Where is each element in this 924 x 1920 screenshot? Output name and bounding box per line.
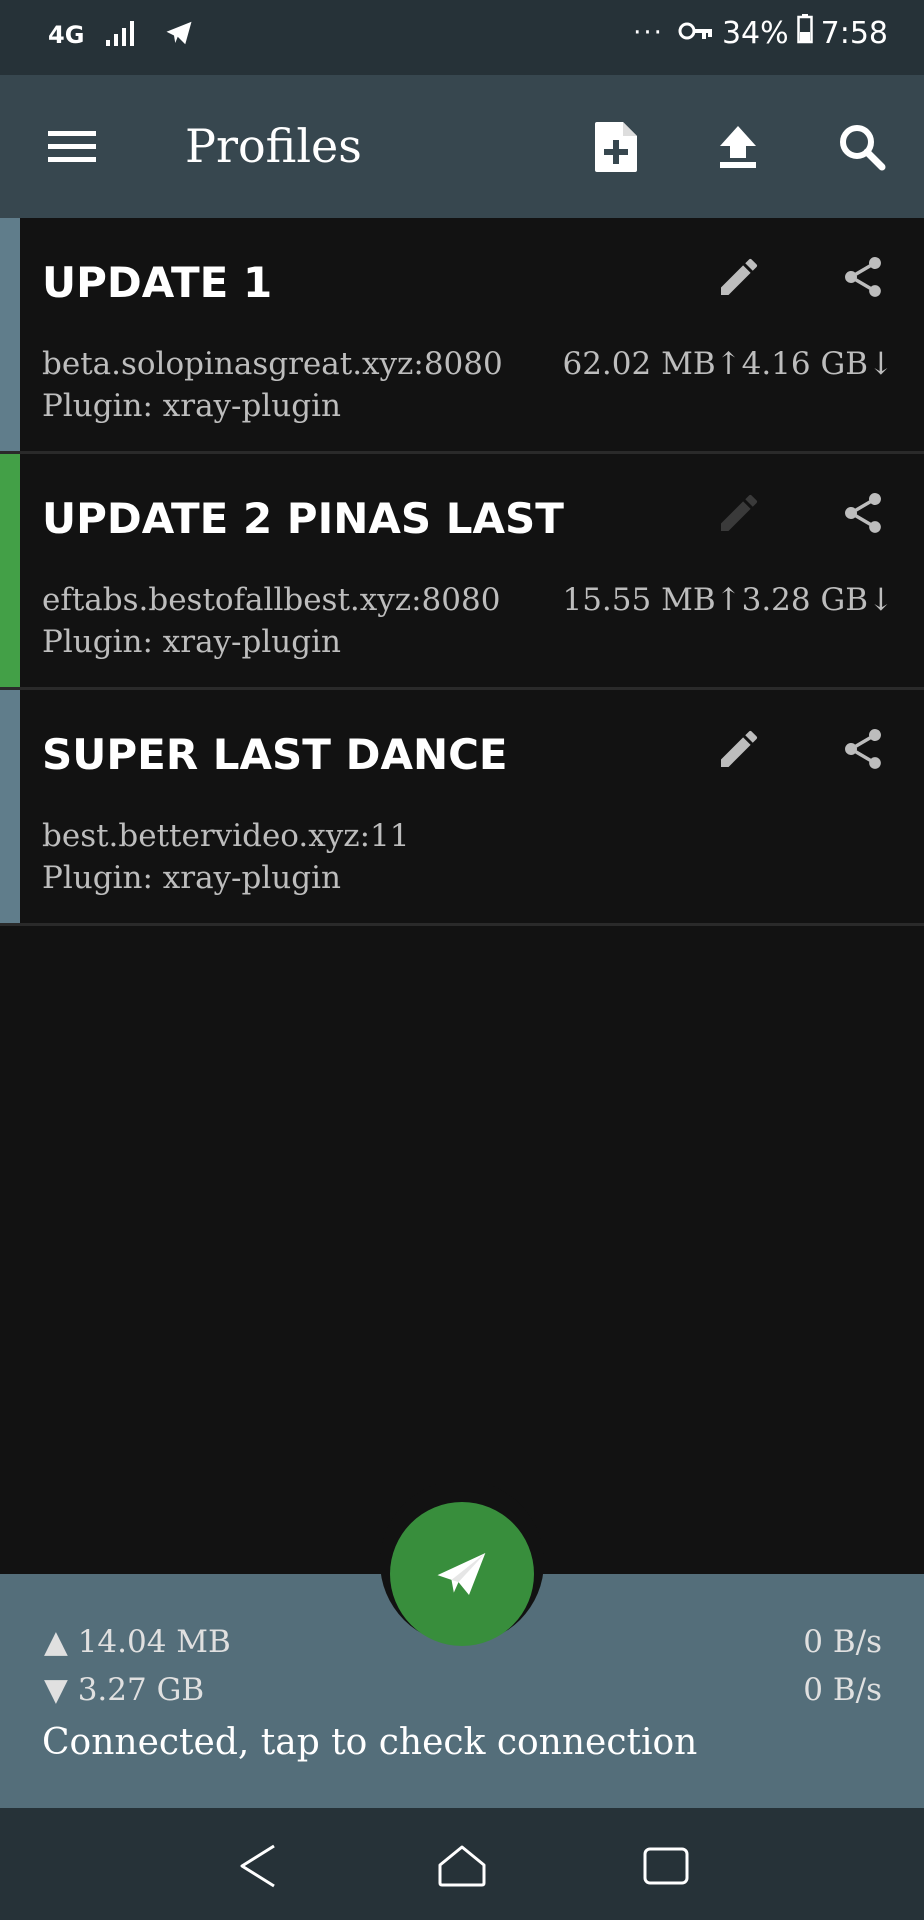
upload-amount: 62.02 MB bbox=[562, 346, 716, 382]
profile-plugin: Plugin: xray-plugin bbox=[42, 388, 341, 424]
share-icon[interactable] bbox=[830, 244, 896, 310]
add-profile-icon[interactable] bbox=[580, 111, 652, 183]
edit-icon[interactable] bbox=[706, 716, 772, 782]
up-arrow-icon: ↑ bbox=[715, 582, 742, 618]
clock: 7:58 bbox=[820, 15, 888, 51]
telegram-icon bbox=[162, 18, 196, 52]
profile-host: best.bettervideo.xyz:11 bbox=[42, 818, 410, 854]
tx-rate: 0 B/s bbox=[803, 1624, 882, 1660]
profile-card[interactable]: UPDATE 1 beta.solopinasgreat.xyz:8080 62… bbox=[0, 218, 924, 454]
edit-icon bbox=[706, 480, 772, 546]
connection-status[interactable]: Connected, tap to check connection bbox=[42, 1722, 697, 1763]
status-right: ··· 34% 7:58 bbox=[633, 14, 888, 52]
page-title: Profiles bbox=[185, 119, 362, 173]
profile-indicator bbox=[0, 690, 20, 923]
battery-icon bbox=[796, 14, 813, 52]
profile-plugin: Plugin: xray-plugin bbox=[42, 860, 341, 896]
edit-icon[interactable] bbox=[706, 244, 772, 310]
profile-plugin: Plugin: xray-plugin bbox=[42, 624, 341, 660]
search-icon[interactable] bbox=[826, 111, 898, 183]
status-left: 4G bbox=[48, 18, 196, 52]
share-icon[interactable] bbox=[830, 480, 896, 546]
profile-host: eftabs.bestofallbest.xyz:8080 bbox=[42, 582, 501, 618]
profile-indicator bbox=[0, 218, 20, 451]
profile-name: UPDATE 2 PINAS LAST bbox=[42, 494, 564, 543]
profile-traffic: 62.02 MB↑4.16 GB↓ bbox=[562, 346, 894, 382]
profile-traffic: 15.55 MB↑3.28 GB↓ bbox=[562, 582, 894, 618]
profile-name: UPDATE 1 bbox=[42, 258, 273, 307]
more-dots-icon: ··· bbox=[633, 18, 664, 48]
battery-level: 34% bbox=[721, 15, 789, 51]
profile-name: SUPER LAST DANCE bbox=[42, 730, 508, 779]
connect-fab[interactable] bbox=[390, 1502, 534, 1646]
up-arrow-icon: ↑ bbox=[715, 346, 742, 382]
download-amount: 4.16 GB bbox=[741, 346, 869, 382]
profile-card[interactable]: SUPER LAST DANCE best.bettervideo.xyz:11… bbox=[0, 690, 924, 926]
share-icon[interactable] bbox=[830, 716, 896, 782]
down-arrow-icon: ↓ bbox=[868, 582, 894, 618]
paper-plane-icon bbox=[437, 1553, 486, 1595]
back-icon[interactable] bbox=[228, 1836, 288, 1896]
profile-indicator bbox=[0, 454, 20, 687]
signal-icon bbox=[106, 18, 140, 52]
profile-card[interactable]: UPDATE 2 PINAS LAST eftabs.bestofallbest… bbox=[0, 454, 924, 690]
app-bar: Profiles bbox=[0, 75, 924, 218]
tx-total: ▲ 14.04 MB bbox=[44, 1624, 231, 1660]
system-nav-bar bbox=[0, 1808, 924, 1920]
status-bar: 4G ··· 34% 7:58 bbox=[0, 0, 924, 75]
menu-icon[interactable] bbox=[40, 119, 104, 175]
download-amount: 3.28 GB bbox=[741, 582, 869, 618]
network-type: 4G bbox=[48, 21, 85, 49]
vpn-key-icon bbox=[678, 16, 714, 51]
home-icon[interactable] bbox=[432, 1836, 492, 1896]
recents-icon[interactable] bbox=[636, 1836, 696, 1896]
down-arrow-icon: ↓ bbox=[868, 346, 894, 382]
rx-total: ▼ 3.27 GB bbox=[44, 1672, 205, 1708]
upload-amount: 15.55 MB bbox=[562, 582, 716, 618]
profile-host: beta.solopinasgreat.xyz:8080 bbox=[42, 346, 503, 382]
rx-rate: 0 B/s bbox=[803, 1672, 882, 1708]
upload-icon[interactable] bbox=[702, 111, 774, 183]
